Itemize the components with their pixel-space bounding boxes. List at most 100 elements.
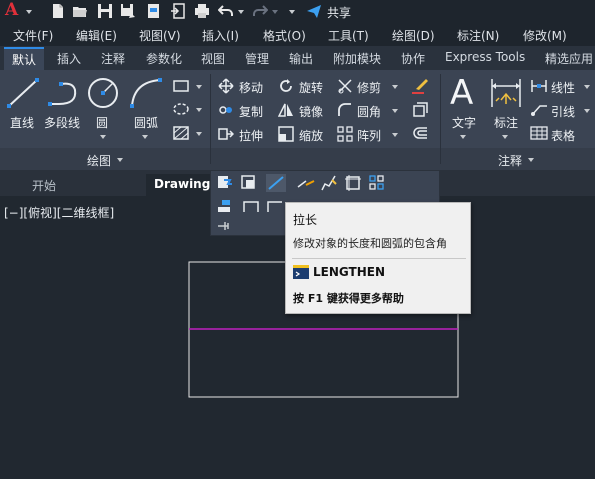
circle-tool-icon[interactable] — [86, 76, 120, 110]
dimension-dropdown-icon[interactable] — [502, 135, 508, 139]
draw-panel-title[interactable]: 绘图 — [87, 152, 111, 169]
tab-start[interactable]: 开始 — [24, 174, 64, 196]
dimension-tool-label[interactable]: 标注 — [494, 114, 518, 131]
draw-panel-expand-icon[interactable] — [117, 158, 123, 162]
lengthen-icon[interactable] — [266, 174, 286, 192]
import-icon[interactable] — [170, 3, 186, 19]
menu-view[interactable]: 视图(V) — [139, 27, 181, 44]
move-icon[interactable] — [218, 78, 234, 94]
stretch-label[interactable]: 拉伸 — [239, 127, 263, 144]
redo-icon[interactable] — [252, 3, 268, 19]
tab-collaborate[interactable]: 协作 — [401, 50, 425, 70]
text-tool-icon[interactable]: A — [450, 74, 473, 112]
leader-dropdown-icon[interactable] — [584, 109, 590, 113]
app-menu-chevron-icon[interactable] — [26, 10, 32, 14]
tab-featured-apps[interactable]: 精选应用 — [545, 50, 593, 70]
menu-dimension[interactable]: 标注(N) — [457, 27, 499, 44]
array-icon[interactable] — [337, 126, 353, 142]
tab-annotate[interactable]: 注释 — [101, 50, 125, 70]
menu-edit[interactable]: 编辑(E) — [76, 27, 117, 44]
app-logo[interactable]: A — [5, 0, 18, 20]
rectangle-tool-icon[interactable] — [172, 79, 190, 93]
print-icon[interactable] — [194, 3, 210, 19]
table-icon[interactable] — [530, 125, 548, 141]
stretch-icon[interactable] — [218, 126, 234, 142]
array-dropdown-icon[interactable] — [392, 133, 398, 137]
boundary-dropdown-icon[interactable] — [196, 132, 202, 136]
leader-label[interactable]: 引线 — [551, 103, 575, 120]
break-icon[interactable] — [296, 175, 316, 191]
trim-label[interactable]: 修剪 — [357, 79, 381, 96]
share-icon[interactable] — [306, 3, 322, 19]
annotation-panel-expand-icon[interactable] — [528, 158, 534, 162]
linear-dropdown-icon[interactable] — [584, 85, 590, 89]
arc-tool-label[interactable]: 圆弧 — [134, 114, 158, 131]
viewport-controls-label[interactable]: [−][俯视][二维线框] — [4, 204, 114, 221]
new-file-icon[interactable] — [50, 3, 66, 19]
text-dropdown-icon[interactable] — [460, 135, 466, 139]
save-as-icon[interactable] — [120, 3, 136, 19]
erase-icon[interactable] — [410, 77, 430, 95]
tab-view[interactable]: 视图 — [201, 50, 225, 70]
text-tool-label[interactable]: 文字 — [452, 114, 476, 131]
tab-addins[interactable]: 附加模块 — [333, 50, 381, 70]
tab-express-tools[interactable]: Express Tools — [445, 50, 525, 70]
fillet-icon[interactable] — [337, 102, 353, 118]
arc-tool-icon[interactable] — [128, 76, 164, 110]
copy-label[interactable]: 复制 — [239, 103, 263, 120]
edit-polyline-icon[interactable] — [320, 174, 338, 192]
customize-qat-icon[interactable] — [289, 10, 295, 14]
tab-default[interactable]: 默认 — [4, 47, 45, 70]
dimension-tool-icon[interactable] — [489, 76, 523, 110]
rotate-label[interactable]: 旋转 — [299, 79, 323, 96]
redo-dropdown-icon[interactable] — [272, 10, 278, 14]
undo-icon[interactable] — [218, 3, 234, 19]
arc-dropdown-icon[interactable] — [142, 135, 148, 139]
offset-icon[interactable] — [411, 125, 429, 143]
rotate-icon[interactable] — [278, 78, 294, 94]
open-folder-icon[interactable] — [72, 3, 88, 19]
circle-tool-label[interactable]: 圆 — [96, 114, 108, 131]
menu-format[interactable]: 格式(O) — [263, 27, 306, 44]
mirror-icon[interactable] — [278, 102, 294, 118]
save-icon[interactable] — [97, 3, 113, 19]
leader-icon[interactable] — [530, 101, 548, 117]
table-label[interactable]: 表格 — [551, 127, 575, 144]
array-label[interactable]: 阵列 — [357, 127, 381, 144]
scale-label[interactable]: 缩放 — [299, 127, 323, 144]
move-label[interactable]: 移动 — [239, 79, 263, 96]
edit-spline-icon[interactable] — [344, 174, 362, 192]
fillet-dropdown-icon[interactable] — [392, 109, 398, 113]
mirror-label[interactable]: 镜像 — [299, 103, 323, 120]
polyline-tool-icon[interactable] — [47, 78, 81, 108]
circle-dropdown-icon[interactable] — [100, 135, 106, 139]
publish-icon[interactable] — [146, 3, 162, 19]
tab-manage[interactable]: 管理 — [245, 50, 269, 70]
polyline-tool-label[interactable]: 多段线 — [44, 114, 80, 131]
menu-tools[interactable]: 工具(T) — [328, 27, 369, 44]
trim-dropdown-icon[interactable] — [392, 85, 398, 89]
undo-dropdown-icon[interactable] — [238, 10, 244, 14]
hatch-dropdown-icon[interactable] — [196, 108, 202, 112]
share-label[interactable]: 共享 — [327, 4, 351, 21]
menu-file[interactable]: 文件(F) — [13, 27, 53, 44]
tab-insert[interactable]: 插入 — [57, 50, 81, 70]
scale-icon[interactable] — [278, 126, 294, 142]
hatch-tool-icon[interactable] — [172, 102, 190, 116]
matchprop-icon[interactable] — [216, 174, 234, 192]
fillet-label[interactable]: 圆角 — [357, 103, 381, 120]
line-tool-label[interactable]: 直线 — [10, 114, 34, 131]
linear-dimension-label[interactable]: 线性 — [551, 79, 575, 96]
line-tool-icon[interactable] — [6, 76, 40, 110]
menu-insert[interactable]: 插入(I) — [202, 27, 239, 44]
change-space-icon[interactable] — [240, 174, 258, 192]
linear-dimension-icon[interactable] — [530, 78, 548, 94]
trim-icon[interactable] — [337, 78, 353, 94]
copy-icon[interactable] — [218, 102, 234, 118]
group-icon[interactable] — [368, 174, 386, 192]
annotation-panel-title[interactable]: 注释 — [498, 152, 522, 169]
tab-parametric[interactable]: 参数化 — [146, 50, 182, 70]
tab-output[interactable]: 输出 — [289, 50, 313, 70]
explode-icon[interactable] — [411, 101, 429, 119]
menu-modify[interactable]: 修改(M) — [523, 27, 567, 44]
